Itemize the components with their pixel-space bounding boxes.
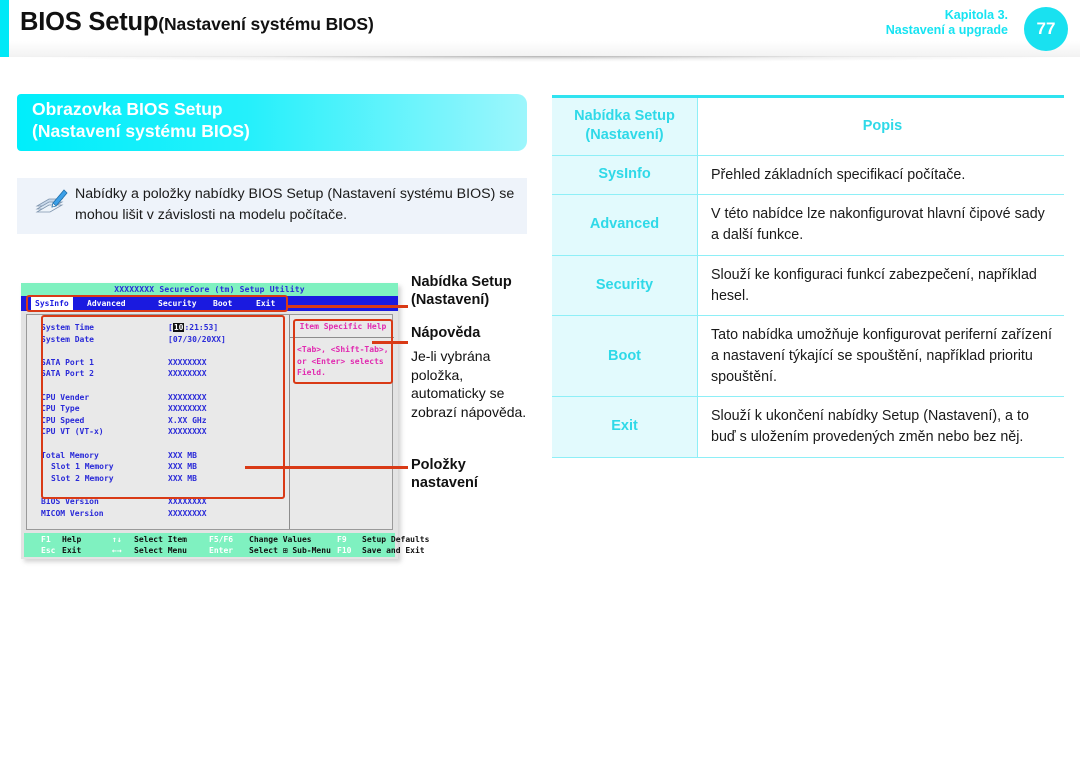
table-header-desc-cell: Popis xyxy=(862,117,903,134)
table-header-menu-line1: Nabídka Setup xyxy=(574,107,675,124)
table-cell-desc-exit: Slouží k ukončení nabídky Setup (Nastave… xyxy=(711,408,1029,446)
bios-key-esc: Esc xyxy=(41,546,56,555)
bios-key-leftright-label: Select Menu xyxy=(134,546,187,555)
annotation-leader-help xyxy=(372,341,408,344)
page-number-badge: 77 xyxy=(1024,7,1068,51)
page-title-sub: (Nastavení systému BIOS) xyxy=(158,14,374,34)
table-row: Exit Slouží k ukončení nabídky Setup (Na… xyxy=(552,397,1064,458)
bios-key-f9: F9 xyxy=(337,535,347,544)
bios-key-legend-row-2: Esc Exit ←→ Select Menu Enter Select ⊞ S… xyxy=(24,545,425,556)
bios-key-updown: ↑↓ xyxy=(112,535,122,544)
table-header-menu-cell: Nabídka Setup (Nastavení) xyxy=(552,97,698,155)
table-cell-menu-sysinfo: SysInfo xyxy=(552,155,698,195)
setup-menu-table: Nabídka Setup (Nastavení) Popis SysInfo … xyxy=(552,95,1064,458)
table-cell-desc-boot: Tato nabídka umožňuje konfigurovat perif… xyxy=(711,327,1052,385)
section-heading-line1: Obrazovka BIOS Setup xyxy=(32,99,223,119)
callout-menu-setup: Nabídka Setup (Nastavení) xyxy=(411,273,536,309)
bios-screenshot: XXXXXXXX SecureCore (tm) Setup Utility S… xyxy=(21,283,429,562)
table-cell-menu-security: Security xyxy=(552,255,698,316)
bios-key-enter-label: Select ⊞ Sub-Menu xyxy=(249,546,331,555)
callout-help: Nápověda Je-li vybrána položka, automati… xyxy=(411,324,539,421)
annotation-box-help xyxy=(293,319,393,384)
table-header-row: Nabídka Setup (Nastavení) Popis xyxy=(552,97,1064,156)
page-title-main: BIOS Setup xyxy=(20,8,159,36)
annotation-box-settings xyxy=(41,315,285,499)
table-header-menu-line2: (Nastavení) xyxy=(585,127,664,144)
callout-settings-items: Položky nastavení xyxy=(411,456,536,492)
bios-key-legend-row-1: F1 Help ↑↓ Select Item F5/F6 Change Valu… xyxy=(24,534,429,545)
callout-help-body: Je-li vybrána položka, automaticky se zo… xyxy=(411,348,527,420)
bios-key-f5f6-label: Change Values xyxy=(249,535,312,544)
bios-value: XXXXXXXX xyxy=(168,508,207,518)
table-row: Advanced V této nabídce lze nakonfigurov… xyxy=(552,195,1064,256)
bios-panel-divider xyxy=(289,315,290,529)
bios-key-legend: F1 Help ↑↓ Select Item F5/F6 Change Valu… xyxy=(24,533,429,557)
page-title: BIOS Setup(Nastavení systému BIOS) xyxy=(20,8,374,37)
bios-key-updown-label: Select Item xyxy=(134,535,187,544)
annotation-leader-settings xyxy=(245,466,408,469)
bios-key: MICOM Version xyxy=(41,508,104,518)
annotation-box-menu xyxy=(26,295,288,312)
bios-key-f10: F10 xyxy=(337,546,352,555)
header-accent-bar xyxy=(0,0,9,57)
note-text: Nabídky a položky nabídky BIOS Setup (Na… xyxy=(75,186,515,223)
table-row: Boot Tato nabídka umožňuje konfigurovat … xyxy=(552,316,1064,398)
callout-menu-setup-line1: Nabídka Setup xyxy=(411,274,512,290)
chapter-name: Nastavení a upgrade xyxy=(885,22,1008,37)
bios-key-esc-label: Exit xyxy=(62,546,82,555)
note-pencil-icon xyxy=(35,189,68,213)
table-row: SysInfo Přehled základních specifikací p… xyxy=(552,155,1064,196)
page-root: BIOS Setup(Nastavení systému BIOS) Kapit… xyxy=(0,0,1080,766)
callout-settings-items-line2: nastavení xyxy=(411,475,478,491)
callout-help-title: Nápověda xyxy=(411,325,481,341)
table-cell-menu-boot: Boot xyxy=(552,316,698,397)
chapter-number: Kapitola 3. xyxy=(944,8,1008,22)
section-heading-line2: (Nastavení systému BIOS) xyxy=(32,121,250,141)
table-cell-menu-advanced: Advanced xyxy=(552,195,698,255)
chapter-indicator: Kapitola 3. Nastavení a upgrade xyxy=(886,8,1008,38)
bios-key-f1: F1 xyxy=(41,535,51,544)
bios-key-f1-label: Help xyxy=(62,535,82,544)
bios-key-f10-label: Save and Exit xyxy=(362,546,425,555)
bios-key-leftright: ←→ xyxy=(112,546,122,555)
table-cell-desc-advanced: V této nabídce lze nakonfigurovat hlavní… xyxy=(711,206,1045,244)
note-box: Nabídky a položky nabídky BIOS Setup (Na… xyxy=(17,178,527,234)
table-cell-menu-exit: Exit xyxy=(552,397,698,457)
table-cell-desc-security: Slouží ke konfiguraci funkcí zabezpečení… xyxy=(711,266,1037,304)
header-divider-shadow xyxy=(9,56,1080,63)
bios-row-micom-version[interactable]: MICOM Version XXXXXXXX xyxy=(41,508,281,520)
bios-key-f5f6: F5/F6 xyxy=(209,535,234,544)
callout-menu-setup-line2: (Nastavení) xyxy=(411,292,490,308)
bios-key-enter: Enter xyxy=(209,546,234,555)
page-header: BIOS Setup(Nastavení systému BIOS) Kapit… xyxy=(0,0,1080,57)
section-heading: Obrazovka BIOS Setup (Nastavení systému … xyxy=(17,94,527,151)
bios-key-f9-label: Setup Defaults xyxy=(362,535,430,544)
table-cell-desc-sysinfo: Přehled základních specifikací počítače. xyxy=(711,166,966,183)
table-row: Security Slouží ke konfiguraci funkcí za… xyxy=(552,255,1064,317)
annotation-leader-menu xyxy=(288,305,408,308)
callout-settings-items-line1: Položky xyxy=(411,457,466,473)
